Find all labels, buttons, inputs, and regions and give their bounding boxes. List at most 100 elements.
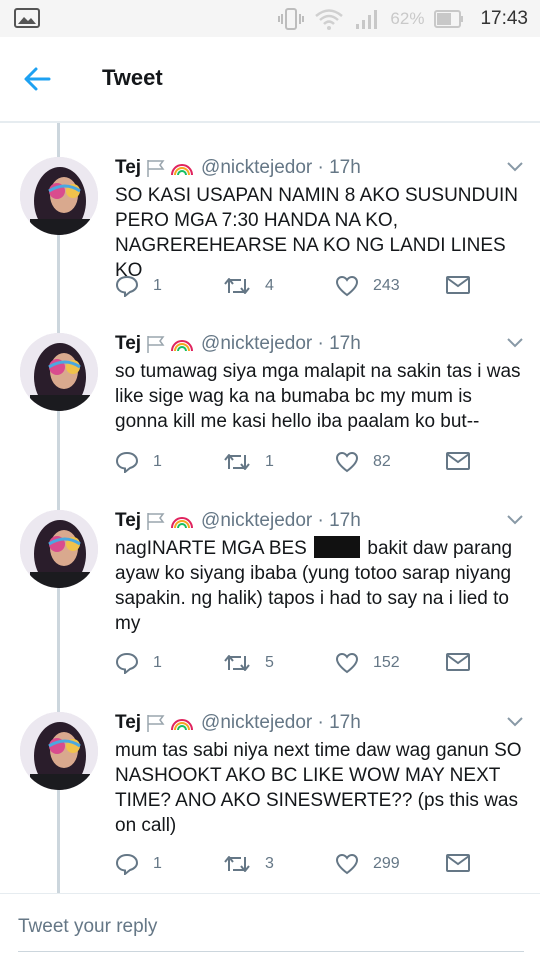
battery-percentage: 62% bbox=[390, 8, 425, 28]
heart-icon bbox=[335, 853, 359, 875]
heart-icon bbox=[335, 275, 359, 297]
wifi-icon bbox=[315, 8, 344, 30]
heart-icon bbox=[335, 451, 359, 473]
reply-count: 1 bbox=[153, 277, 162, 294]
handle[interactable]: @nicktejedor bbox=[201, 333, 312, 355]
avatar[interactable] bbox=[20, 333, 98, 411]
status-bar: 62% 17:43 bbox=[0, 0, 540, 37]
flag-emoji-icon bbox=[147, 513, 165, 530]
handle[interactable]: @nicktejedor bbox=[201, 157, 312, 179]
reply-icon bbox=[115, 853, 139, 875]
tweet-text-start: nagINARTE MGA BES bbox=[115, 538, 307, 559]
redaction-box bbox=[314, 536, 361, 558]
reply-icon bbox=[115, 652, 139, 674]
tweet-header: Tej @nicktejedor · 17h bbox=[115, 510, 361, 532]
direct-message-button[interactable] bbox=[445, 652, 485, 672]
like-button[interactable]: 82 bbox=[335, 451, 391, 473]
tweet-text: nagINARTE MGA BES bakit daw parang ayaw … bbox=[115, 536, 525, 636]
like-count: 299 bbox=[373, 855, 400, 872]
reply-input[interactable]: Tweet your reply bbox=[18, 916, 157, 938]
reply-button[interactable]: 1 bbox=[115, 451, 162, 473]
page-title: Tweet bbox=[102, 65, 163, 90]
tweet-actions: 1 1 82 bbox=[115, 451, 525, 477]
retweet-icon bbox=[224, 856, 250, 872]
retweet-count: 5 bbox=[265, 654, 274, 671]
rainbow-emoji-icon bbox=[171, 340, 194, 352]
avatar[interactable] bbox=[20, 510, 98, 588]
app-bar: Tweet bbox=[0, 37, 540, 123]
retweet-count: 3 bbox=[265, 855, 274, 872]
timestamp: · 17h bbox=[317, 157, 361, 178]
tweet-actions: 1 5 152 bbox=[115, 652, 525, 678]
clock: 17:43 bbox=[480, 7, 528, 29]
tweet-text: mum tas sabi niya next time daw wag ganu… bbox=[115, 740, 522, 836]
retweet-button[interactable]: 1 bbox=[223, 451, 274, 473]
timestamp: · 17h bbox=[317, 712, 361, 733]
reply-button[interactable]: 1 bbox=[115, 275, 162, 297]
display-name[interactable]: Tej bbox=[115, 157, 141, 179]
envelope-icon bbox=[446, 854, 470, 872]
flag-emoji-icon bbox=[147, 715, 165, 732]
heart-icon bbox=[335, 652, 359, 674]
handle[interactable]: @nicktejedor bbox=[201, 712, 312, 734]
retweet-icon bbox=[224, 278, 250, 294]
envelope-icon bbox=[446, 276, 470, 294]
retweet-icon bbox=[224, 454, 250, 470]
chevron-down-icon[interactable] bbox=[506, 161, 524, 173]
like-count: 82 bbox=[373, 453, 391, 470]
flag-emoji-icon bbox=[147, 160, 165, 177]
reply-icon bbox=[115, 275, 139, 297]
tweet-text: SO KASI USAPAN NAMIN 8 AKO SUSUNDUIN PER… bbox=[115, 185, 518, 281]
retweet-button[interactable]: 4 bbox=[223, 275, 274, 297]
retweet-count: 4 bbox=[265, 277, 274, 294]
chevron-down-icon[interactable] bbox=[506, 716, 524, 728]
gallery-icon bbox=[14, 8, 40, 28]
avatar[interactable] bbox=[20, 712, 98, 790]
envelope-icon bbox=[446, 653, 470, 671]
direct-message-button[interactable] bbox=[445, 275, 485, 295]
reply-count: 1 bbox=[153, 855, 162, 872]
retweet-icon bbox=[224, 655, 250, 671]
back-arrow-icon[interactable] bbox=[22, 64, 52, 94]
tweet-header: Tej @nicktejedor · 17h bbox=[115, 712, 361, 734]
like-button[interactable]: 299 bbox=[335, 853, 400, 875]
reply-count: 1 bbox=[153, 654, 162, 671]
envelope-icon bbox=[446, 452, 470, 470]
rainbow-emoji-icon bbox=[171, 517, 194, 529]
handle[interactable]: @nicktejedor bbox=[201, 510, 312, 532]
direct-message-button[interactable] bbox=[445, 853, 485, 873]
reply-button[interactable]: 1 bbox=[115, 853, 162, 875]
display-name[interactable]: Tej bbox=[115, 333, 141, 355]
vibrate-icon bbox=[278, 7, 305, 30]
retweet-button[interactable]: 3 bbox=[223, 853, 274, 875]
reply-icon bbox=[115, 451, 139, 473]
retweet-button[interactable]: 5 bbox=[223, 652, 274, 674]
rainbow-emoji-icon bbox=[171, 719, 194, 731]
tweet-text: so tumawag siya mga malapit na sakin tas… bbox=[115, 361, 521, 432]
tweet-header: Tej @nicktejedor · 17h bbox=[115, 157, 361, 179]
timestamp: · 17h bbox=[317, 333, 361, 354]
reply-button[interactable]: 1 bbox=[115, 652, 162, 674]
rainbow-emoji-icon bbox=[171, 164, 194, 176]
tweet-thread: Tej @nicktejedor · 17h SO KASI USAPAN NA… bbox=[0, 123, 540, 893]
like-count: 243 bbox=[373, 277, 400, 294]
reply-input-underline bbox=[18, 951, 524, 952]
direct-message-button[interactable] bbox=[445, 451, 485, 471]
battery-icon bbox=[434, 9, 464, 28]
reply-composer: Tweet your reply bbox=[0, 893, 540, 961]
chevron-down-icon[interactable] bbox=[506, 337, 524, 349]
like-count: 152 bbox=[373, 654, 400, 671]
timestamp: · 17h bbox=[317, 510, 361, 531]
display-name[interactable]: Tej bbox=[115, 510, 141, 532]
tweet-actions: 1 4 243 bbox=[115, 275, 525, 301]
flag-emoji-icon bbox=[147, 336, 165, 353]
tweet-actions: 1 3 299 bbox=[115, 853, 525, 879]
avatar[interactable] bbox=[20, 157, 98, 235]
like-button[interactable]: 243 bbox=[335, 275, 400, 297]
display-name[interactable]: Tej bbox=[115, 712, 141, 734]
signal-icon bbox=[356, 9, 378, 29]
like-button[interactable]: 152 bbox=[335, 652, 400, 674]
chevron-down-icon[interactable] bbox=[506, 514, 524, 526]
tweet-header: Tej @nicktejedor · 17h bbox=[115, 333, 361, 355]
retweet-count: 1 bbox=[265, 453, 274, 470]
